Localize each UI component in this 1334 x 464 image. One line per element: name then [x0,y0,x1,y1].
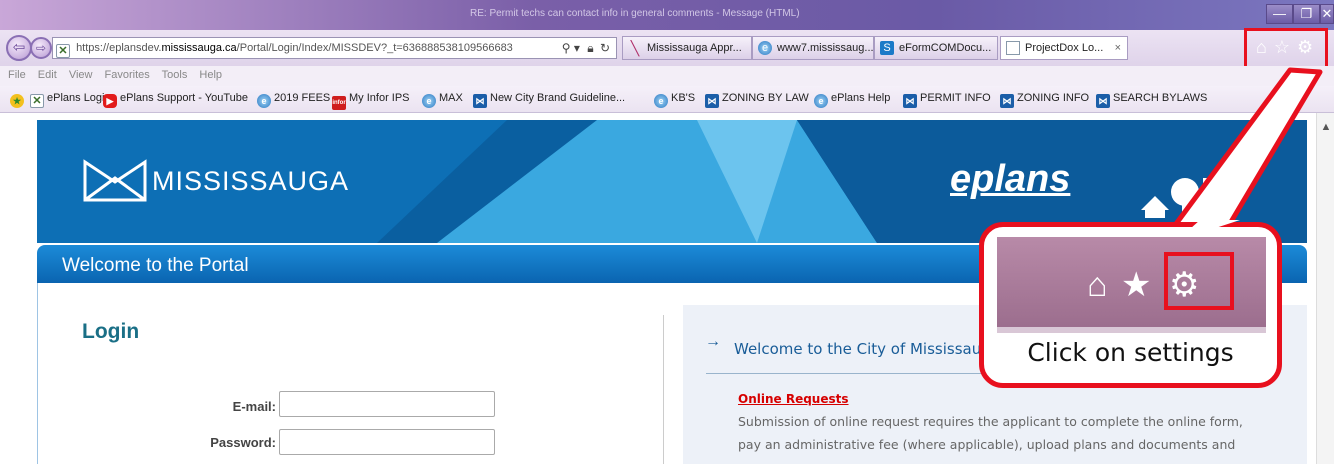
callout-caption: Click on settings [1027,338,1234,367]
zoomed-home-icon: ⌂ [1087,266,1108,304]
zoomed-settings-highlight-box [1164,252,1234,310]
zoomed-star-icon: ★ [1121,266,1152,304]
